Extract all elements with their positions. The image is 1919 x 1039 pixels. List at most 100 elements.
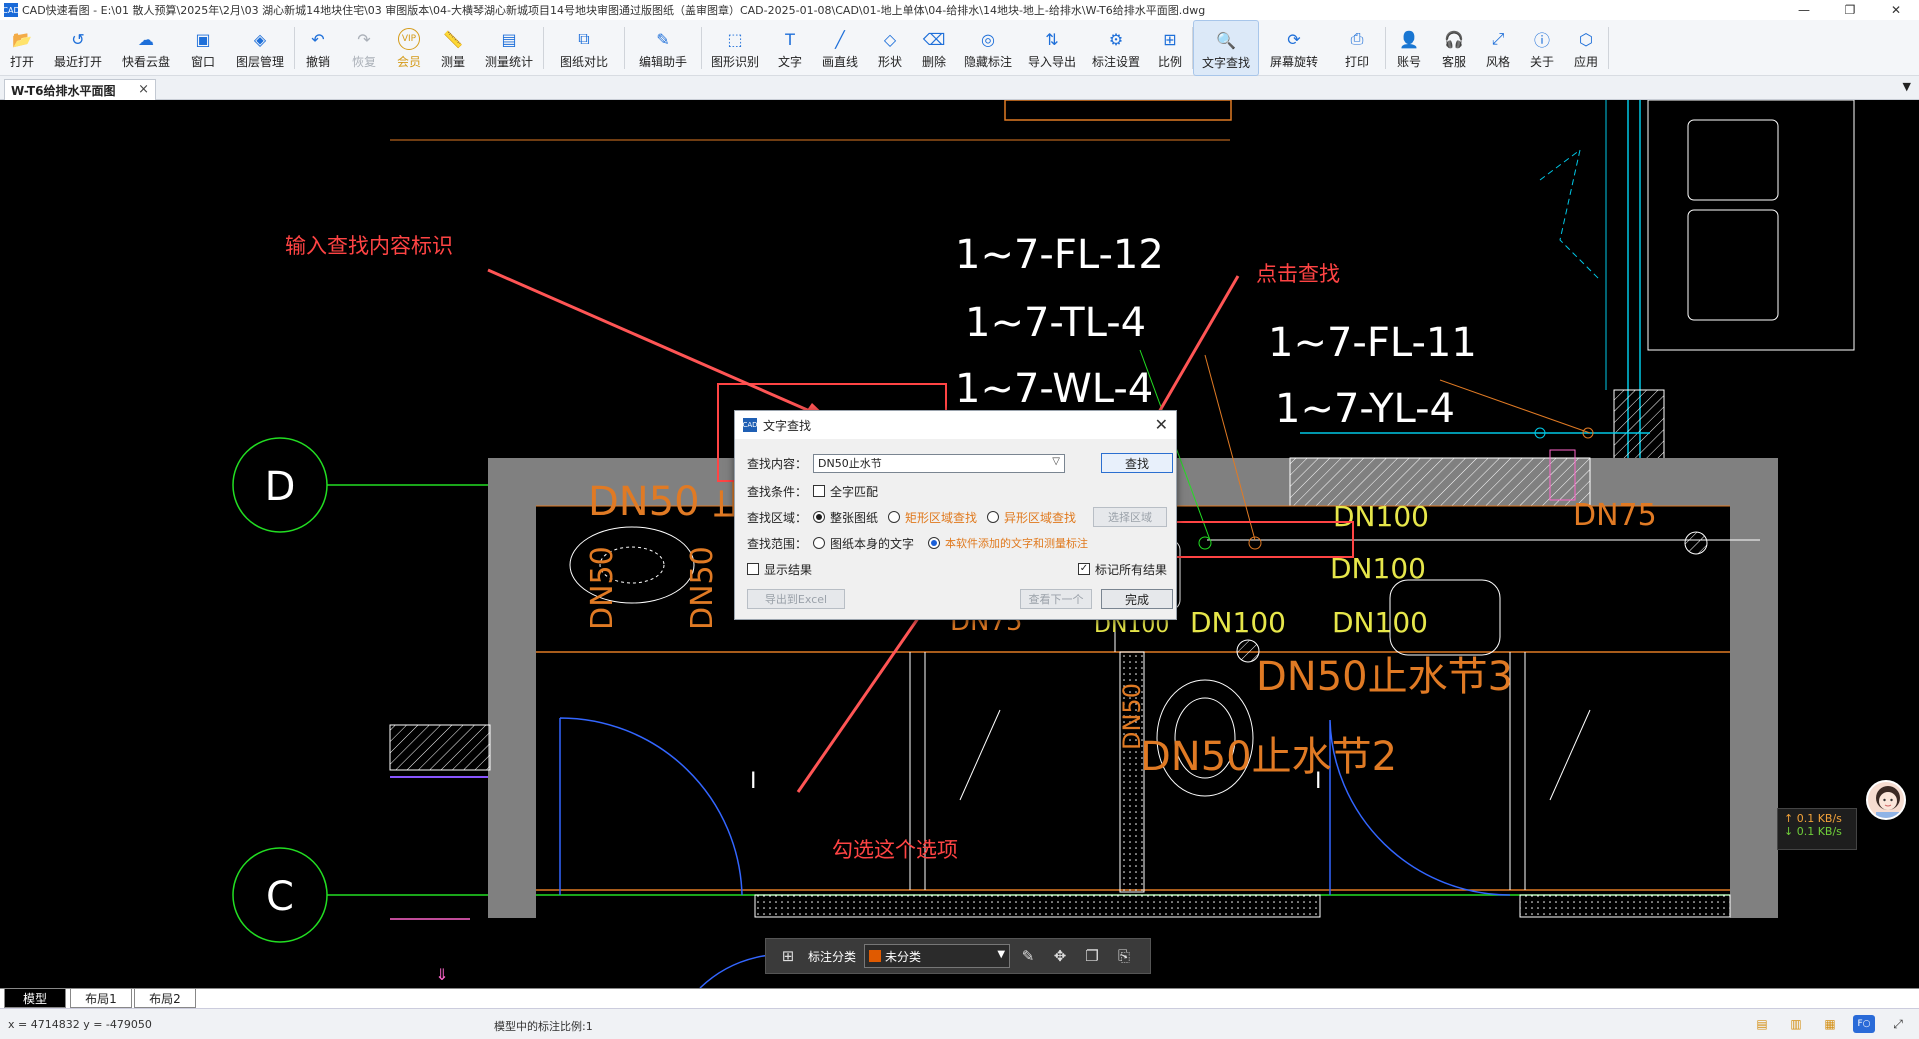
close-window-button[interactable]: ✕ [1873, 0, 1919, 20]
toolbar-about-button[interactable]: ⓘ 关于 [1520, 20, 1564, 76]
toolbar-line-button[interactable]: ╱ 画直线 [812, 20, 868, 76]
toolbar-anno-settings-button[interactable]: ⚙ 标注设置 [1084, 20, 1148, 76]
radio-selected-icon[interactable] [813, 511, 825, 523]
toolbar-open-button[interactable]: 📂 打开 [0, 20, 44, 76]
toolbar-text-search-button[interactable]: 🔍 文字查找 [1193, 20, 1259, 76]
toolbar-undo-button[interactable]: ↶ 撤销 [295, 20, 341, 76]
orange-label-dn50-vert2: DN50 [685, 546, 720, 630]
area-option-rect[interactable]: 矩形区域查找 [888, 509, 977, 526]
document-tab-strip: W-T6给排水平面图 × ▼ [0, 76, 1919, 100]
tab-model[interactable]: 模型 [4, 989, 66, 1008]
scope-option-drawing[interactable]: 图纸本身的文字 [813, 535, 914, 552]
svg-text:⇓: ⇓ [435, 965, 448, 984]
toolbar-hide-anno-button[interactable]: ◎ 隐藏标注 [956, 20, 1020, 76]
tab-layout2[interactable]: 布局2 [134, 989, 196, 1008]
orange-label-dn50-stop3: DN50止水节3 [1256, 654, 1513, 700]
fullscreen-icon[interactable]: ⤢ [1887, 1015, 1909, 1033]
toolbar-text-search-label: 文字查找 [1201, 56, 1250, 70]
window-icon: ▣ [195, 29, 211, 49]
mark-all-checkbox[interactable]: ✓ 标记所有结果 [1078, 561, 1167, 578]
toolbar-cloud-button[interactable]: ☁ 快看云盘 [112, 20, 180, 76]
toolbar-scale-label: 比例 [1157, 55, 1182, 69]
toolbar-recent-button[interactable]: ↺ 最近打开 [44, 20, 112, 76]
find-next-button[interactable]: 查看下一个 [1020, 589, 1092, 609]
orange-label-dn50-partial: DN50 止 [588, 479, 752, 525]
edit-icon[interactable]: ✎ [1014, 947, 1042, 965]
toolbar-measure-stats-button[interactable]: ▤ 测量统计 [475, 20, 543, 76]
toolbar-redo-button[interactable]: ↷ 恢复 [341, 20, 387, 76]
radio-selected-icon[interactable] [928, 537, 941, 549]
tab-layout1[interactable]: 布局1 [70, 989, 132, 1008]
toolbar-compare-button[interactable]: ⧉ 图纸对比 [544, 20, 624, 76]
checkmark-icon[interactable]: ✓ [1078, 563, 1090, 575]
checkbox-box[interactable] [747, 563, 759, 575]
area-option-whole[interactable]: 整张图纸 [813, 509, 878, 526]
radio-icon[interactable] [813, 537, 825, 549]
toolbar-rotate-button[interactable]: ⟳ 屏幕旋转 [1259, 20, 1329, 76]
compare-icon: ⧉ [578, 29, 590, 48]
toolbar-measure-button[interactable]: 📏 测量 [431, 20, 475, 76]
toolbar-style-button[interactable]: ⤢ 风格 [1476, 20, 1520, 76]
radio-icon[interactable] [888, 511, 901, 523]
cube-icon: ⬡ [1579, 29, 1593, 49]
text-search-dialog: CAD 文字查找 ✕ 查找内容： DN50止水节 ▽ 查找 查找条件： 全字匹配… [734, 410, 1177, 620]
toolbar-account-button[interactable]: 👤 账号 [1386, 20, 1432, 76]
shape-recognition-icon: ⬚ [727, 29, 743, 49]
minimize-button[interactable]: — [1781, 0, 1827, 20]
annotation-click-hint: 点击查找 [1256, 262, 1340, 286]
area-option-irregular[interactable]: 异形区域查找 [987, 509, 1076, 526]
toolbar-support-button[interactable]: 🎧 客服 [1432, 20, 1476, 76]
toolbar-layers-button[interactable]: ◈ 图层管理 [226, 20, 294, 76]
checkbox-box[interactable] [813, 485, 825, 497]
folder-icon[interactable]: ▤ [1751, 1015, 1773, 1033]
grid-icon[interactable]: ⊞ [774, 947, 802, 965]
search-content-input[interactable]: DN50止水节 ▽ [813, 453, 1065, 473]
tab-list-dropdown-icon[interactable]: ▼ [1903, 80, 1911, 93]
history-icon: ↺ [71, 29, 85, 49]
toolbar-shape-recog-button[interactable]: ⬚ 图形识别 [702, 20, 768, 76]
toolbar-cloud-label: 快看云盘 [121, 55, 170, 69]
paste-icon[interactable]: ⎘ [1110, 947, 1138, 965]
tab-close-icon[interactable]: × [138, 82, 149, 97]
copy-icon[interactable]: ❐ [1078, 947, 1106, 965]
radio-icon[interactable] [987, 511, 1000, 523]
annotation-scale-status: 模型中的标注比例:1 [494, 1020, 593, 1033]
toolbar-rotate-label: 屏幕旋转 [1269, 55, 1318, 69]
done-button[interactable]: 完成 [1101, 589, 1173, 609]
toolbar-vip-button[interactable]: VIP 会员 [387, 20, 431, 76]
orange-label-dn50-stop2: DN50止水节2 [1140, 734, 1397, 780]
chevron-down-icon[interactable]: ▼ [997, 949, 1005, 960]
toolbar-text-button[interactable]: T 文字 [768, 20, 812, 76]
search-button[interactable]: 查找 [1101, 453, 1173, 473]
assistant-avatar[interactable] [1866, 780, 1906, 820]
toolbar-import-export-button[interactable]: ⇅ 导入导出 [1020, 20, 1084, 76]
restore-button[interactable]: ❐ [1827, 0, 1873, 20]
toolbar-shape-button[interactable]: ◇ 形状 [868, 20, 912, 76]
move-icon[interactable]: ✥ [1046, 947, 1074, 965]
toolbar-edit-assist-label: 编辑助手 [638, 55, 687, 69]
full-match-checkbox[interactable]: 全字匹配 [813, 483, 878, 500]
toolbar-window-button[interactable]: ▣ 窗口 [180, 20, 226, 76]
toolbar-apps-button[interactable]: ⬡ 应用 [1564, 20, 1608, 76]
mode-toggle-icon[interactable]: F○ [1853, 1015, 1875, 1033]
chevron-down-icon[interactable]: ▽ [1052, 456, 1060, 467]
select-area-button[interactable]: 选择区域 [1093, 507, 1167, 527]
toolbar-erase-button[interactable]: ⌫ 删除 [912, 20, 956, 76]
scope-label: 查找范围： [747, 536, 808, 551]
toolbar-print-button[interactable]: ⎙ 打印 [1329, 20, 1385, 76]
scope-option-software-annotations[interactable]: 本软件添加的文字和测量标注 [928, 535, 1088, 551]
dialog-close-icon[interactable]: ✕ [1155, 415, 1168, 434]
dialog-app-icon: CAD [742, 418, 758, 432]
folder-share-icon[interactable]: ▥ [1785, 1015, 1807, 1033]
toolbar-support-label: 客服 [1441, 55, 1466, 69]
export-excel-button[interactable]: 导出到Excel [747, 589, 845, 609]
tab-drawing[interactable]: W-T6给排水平面图 × [4, 79, 156, 100]
annotation-category-select[interactable]: 未分类 ▼ [864, 944, 1011, 968]
yellow-label-dn100-1: DN100 [1333, 500, 1429, 533]
category-color-swatch [869, 950, 882, 962]
show-results-checkbox[interactable]: 显示结果 [747, 561, 812, 578]
toolbar-edit-assist-button[interactable]: ✎ 编辑助手 [625, 20, 701, 76]
toolbar-scale-button[interactable]: ⊞ 比例 [1148, 20, 1192, 76]
folder-cloud-icon[interactable]: ▦ [1819, 1015, 1841, 1033]
dialog-title-bar: CAD 文字查找 [735, 411, 1176, 439]
